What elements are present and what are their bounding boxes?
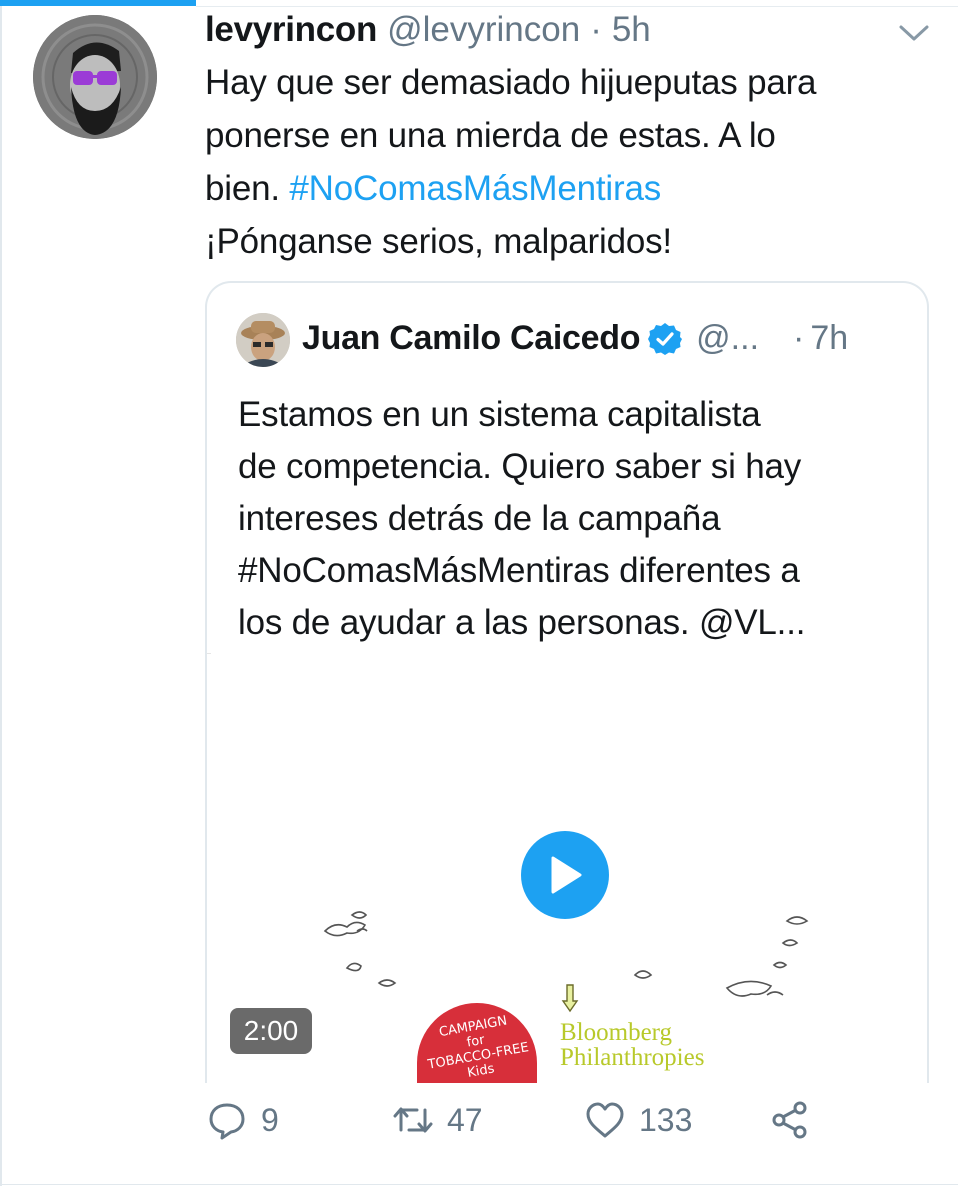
quoted-text-line: #NoComasMásMentiras diferentes a xyxy=(238,551,800,590)
like-icon xyxy=(586,1102,624,1138)
quoted-text-line: Estamos en un sistema capitalista xyxy=(238,395,761,434)
like-count: 133 xyxy=(639,1101,693,1138)
quoted-text-line: de competencia. Quiero saber si hay xyxy=(238,447,802,486)
like-button[interactable]: 133 xyxy=(585,1100,692,1140)
quoted-tweet-card[interactable]: Juan Camilo Caicedo @... · 7h Estamos en… xyxy=(205,281,929,1083)
tab-active-indicator xyxy=(0,0,196,6)
timeline-border xyxy=(0,6,2,1186)
play-button[interactable] xyxy=(521,831,609,919)
arrow-down-icon xyxy=(561,984,579,1013)
play-icon xyxy=(551,856,582,894)
quoted-author-name[interactable]: Juan Camilo Caicedo xyxy=(302,319,640,358)
tweet-text-fragment: bien. xyxy=(205,169,290,208)
quoted-author-avatar[interactable] xyxy=(236,313,290,367)
avatar[interactable] xyxy=(33,15,157,139)
author-handle[interactable]: @levyrincon xyxy=(387,10,580,50)
tweet-actions-bar: 9 47 133 xyxy=(0,1100,958,1160)
share-icon xyxy=(772,1101,807,1139)
retweet-button[interactable]: 47 xyxy=(393,1100,483,1140)
reply-button[interactable]: 9 xyxy=(207,1100,279,1140)
sponsor-line: Philanthropies xyxy=(560,1044,705,1071)
divider xyxy=(0,1184,958,1185)
hashtag-link[interactable]: #NoComasMásMentiras xyxy=(289,169,661,208)
separator: · xyxy=(590,10,602,49)
share-button[interactable] xyxy=(770,1100,810,1140)
author-name[interactable]: levyrincon xyxy=(205,10,377,50)
video-player[interactable]: 2:00 CAMPAIGN for TOBACCO-FREE Kids Bloo… xyxy=(207,653,927,1083)
verified-icon xyxy=(648,322,683,355)
tweet-text-line: ponerse en una mierda de estas. A lo xyxy=(205,116,776,155)
divider xyxy=(196,6,958,7)
chevron-down-icon[interactable] xyxy=(897,23,931,43)
tweet-text-line: bien. #NoComasMásMentiras xyxy=(205,162,935,215)
tweet-time[interactable]: 5h xyxy=(612,10,651,50)
retweet-count: 47 xyxy=(447,1101,483,1138)
sponsor-line: Bloomberg xyxy=(560,1019,673,1046)
tweet-text-line: Hay que ser demasiado hijueputas para xyxy=(205,63,817,102)
reply-count: 9 xyxy=(261,1101,279,1138)
tweet-header: levyrincon @levyrincon · 5h xyxy=(205,10,651,50)
quoted-tweet-time[interactable]: 7h xyxy=(810,319,848,358)
reply-icon xyxy=(209,1103,245,1140)
separator: · xyxy=(793,319,805,357)
sponsor-logo: Bloomberg Philanthropies xyxy=(560,1020,704,1070)
retweet-icon xyxy=(393,1107,433,1133)
quoted-author-handle[interactable]: @... xyxy=(696,319,759,358)
quoted-tweet-text: Estamos en un sistema capitalista de com… xyxy=(238,389,918,649)
tweet-text: Hay que ser demasiado hijueputas para po… xyxy=(205,56,935,268)
tweet-text-line: ¡Pónganse serios, malparidos! xyxy=(205,222,672,261)
quoted-tweet-header: Juan Camilo Caicedo @... · 7h xyxy=(302,319,848,358)
quoted-text-line: los de ayudar a las personas. @VL... xyxy=(238,603,806,642)
quoted-text-line: intereses detrás de la campaña xyxy=(238,499,721,538)
campaign-logo-text: CAMPAIGN for TOBACCO-FREE Kids xyxy=(426,1013,530,1081)
video-duration-badge: 2:00 xyxy=(230,1008,312,1054)
